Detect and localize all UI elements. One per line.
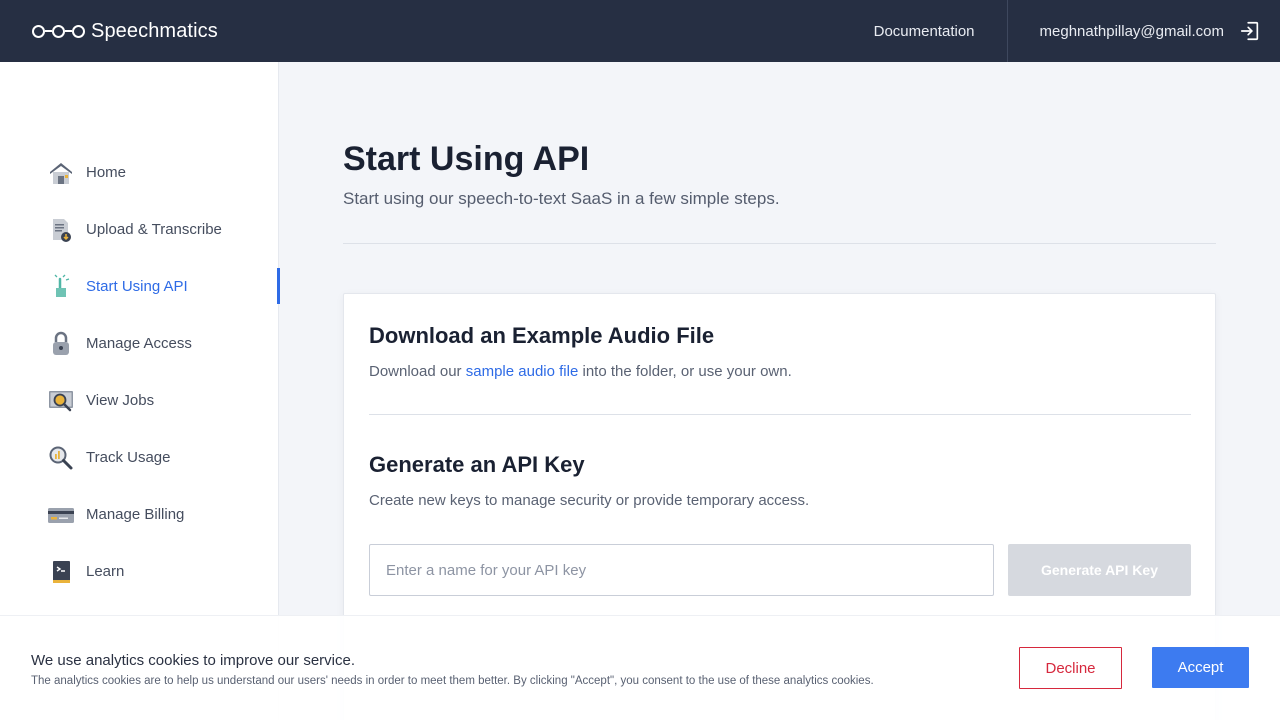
brand-name: Speechmatics: [91, 19, 218, 42]
download-section-text: Download our sample audio file into the …: [369, 363, 792, 380]
track-usage-icon: [47, 444, 75, 472]
sidebar-item-start-using-api[interactable]: Start Using API: [0, 258, 280, 315]
user-email: meghnathpillay@gmail.com: [1039, 22, 1224, 40]
generate-key-section-text: Create new keys to manage security or pr…: [369, 492, 810, 509]
documentation-link[interactable]: Documentation: [874, 0, 1007, 62]
sidebar-item-label: Manage Access: [86, 335, 192, 352]
sidebar-item-view-jobs[interactable]: View Jobs: [0, 372, 279, 429]
section-divider: [369, 414, 1191, 415]
speechmatics-logo-mark-icon: [32, 24, 85, 38]
lock-icon: [47, 330, 75, 358]
sidebar-item-label: Start Using API: [86, 278, 188, 295]
page-subtitle: Start using our speech-to-text SaaS in a…: [343, 189, 780, 208]
sidebar-item-label: Upload & Transcribe: [86, 221, 222, 238]
speechmatics-logo[interactable]: Speechmatics: [32, 20, 218, 43]
sidebar-item-learn[interactable]: Learn: [0, 543, 279, 600]
page-divider: [343, 243, 1216, 244]
sidebar-item-track-usage[interactable]: Track Usage: [0, 429, 279, 486]
api-key-name-input[interactable]: [369, 544, 994, 596]
download-text-before: Download our: [369, 363, 466, 380]
sidebar-item-manage-access[interactable]: Manage Access: [0, 315, 279, 372]
logout-icon[interactable]: [1238, 19, 1262, 43]
generate-api-key-button[interactable]: Generate API Key: [1008, 544, 1191, 596]
sidebar-item-home[interactable]: Home: [0, 144, 279, 201]
page-title: Start Using API: [343, 140, 590, 178]
sample-audio-file-link[interactable]: sample audio file: [466, 363, 579, 380]
decline-cookies-button[interactable]: Decline: [1019, 647, 1122, 689]
download-section-title: Download an Example Audio File: [369, 323, 715, 348]
cookie-banner-text: The analytics cookies are to help us und…: [31, 675, 874, 687]
sidebar-item-manage-billing[interactable]: Manage Billing: [0, 486, 279, 543]
home-icon: [47, 159, 75, 187]
sidebar-item-label: Home: [86, 164, 127, 181]
sidebar-item-label: Learn: [86, 563, 125, 580]
credit-card-icon: [47, 501, 75, 529]
download-text-after: into the folder, or use your own.: [578, 363, 792, 380]
sidebar-item-label: View Jobs: [86, 392, 155, 409]
book-icon: [47, 558, 75, 586]
sidebar-item-label: Track Usage: [86, 449, 171, 466]
view-jobs-icon: [47, 387, 75, 415]
cookie-banner-title: We use analytics cookies to improve our …: [31, 652, 356, 669]
sidebar-nav: Home Upload & Transcribe Start Using API…: [0, 144, 280, 600]
top-navigation-bar: Speechmatics Documentation meghnathpilla…: [0, 0, 1280, 62]
cookie-banner: We use analytics cookies to improve our …: [0, 615, 1280, 720]
upload-file-icon: [47, 216, 75, 244]
accept-cookies-button[interactable]: Accept: [1152, 647, 1249, 688]
sidebar-item-upload-transcribe[interactable]: Upload & Transcribe: [0, 201, 279, 258]
pointer-hand-icon: [47, 273, 75, 301]
sidebar-item-label: Manage Billing: [86, 506, 185, 523]
generate-key-section-title: Generate an API Key: [369, 452, 585, 477]
